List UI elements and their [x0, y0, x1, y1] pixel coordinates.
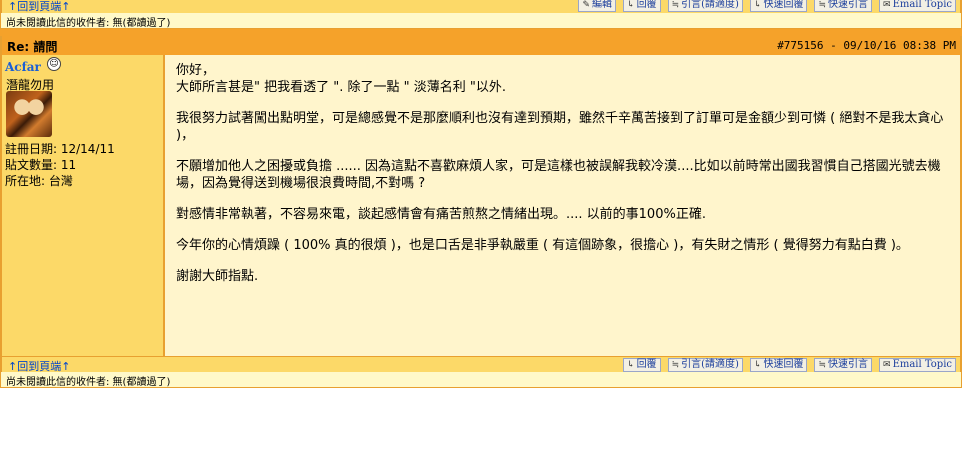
post-paragraph: 對感情非常執著，不容易來電，談起感情會有痛苦煎熬之情緒出現。.... 以前的事1… — [176, 207, 706, 222]
button-label: 編輯 — [592, 0, 613, 10]
button-label: 引言(請適度) — [681, 0, 739, 10]
author-info: 註冊日期: 12/14/11 貼文數量: 11 所在地: 台灣 — [5, 141, 115, 189]
button-label: 引言(請適度) — [681, 359, 739, 370]
button-label: 回覆 — [636, 359, 657, 370]
prev-unread-bar: 尚未閱讀此信的收件者: 無(都讀過了) — [0, 13, 962, 29]
prev-post-footer: ↑回到頁端↑ ✎ 編輯 ↳ 回覆 ≒ 引言(請適度) ↳ 快速回覆 ≒ 快速引言 ✉ Email To… — [0, 0, 962, 13]
quick-reply-button[interactable]: ↳ 快速回覆 — [749, 0, 808, 12]
post-header: Re: 請問 #775156 - 09/10/16 08:38 PM — [0, 36, 962, 55]
author-location: 所在地: 台灣 — [5, 174, 73, 188]
unread-bar: 尚未閱讀此信的收件者: 無(都讀過了) — [0, 372, 962, 388]
email-button[interactable]: ✉ Email Topic — [879, 358, 956, 372]
email-button[interactable]: ✉ Email Topic — [879, 0, 956, 12]
quick-quote-icon: ≒ — [818, 360, 827, 370]
quick-quote-button[interactable]: ≒ 快速引言 — [814, 358, 873, 372]
author-panel: Acfar ☺ 潛龍勿用 註冊日期: 12/14/11 貼文數量: 11 所在地… — [2, 55, 165, 356]
edit-button[interactable]: ✎ 編輯 — [578, 0, 617, 12]
quick-quote-button[interactable]: ≒ 快速引言 — [814, 0, 873, 12]
post-actions: ↳ 回覆 ≒ 引言(請適度) ↳ 快速回覆 ≒ 快速引言 ✉ Email Topic — [623, 358, 956, 372]
post-paragraph: 不願增加他人之困擾或負擔 ...... 因為這點不喜歡麻煩人家，可是這樣也被誤解… — [176, 159, 941, 191]
unread-recipients: 尚未閱讀此信的收件者: 無(都讀過了) — [6, 18, 171, 29]
forum-thread: ↑回到頁端↑ ✎ 編輯 ↳ 回覆 ≒ 引言(請適度) ↳ 快速回覆 ≒ 快速引言 ✉ Email To… — [0, 0, 962, 388]
post-paragraph: 大師所言甚是" 把我看透了 ". 除了一點 " 淡薄名利 "以外. — [176, 80, 506, 95]
quick-reply-button[interactable]: ↳ 快速回覆 — [749, 358, 808, 372]
post-paragraph: 謝謝大師指點. — [176, 269, 259, 284]
back-to-top-link[interactable]: ↑回到頁端↑ — [8, 0, 70, 14]
prev-post-actions: ✎ 編輯 ↳ 回覆 ≒ 引言(請適度) ↳ 快速回覆 ≒ 快速引言 ✉ Email Topic — [578, 0, 956, 12]
quote-button[interactable]: ≒ 引言(請適度) — [667, 358, 743, 372]
quote-icon: ≒ — [671, 360, 680, 370]
button-label: 快速引言 — [828, 359, 869, 370]
post-body: Acfar ☺ 潛龍勿用 註冊日期: 12/14/11 貼文數量: 11 所在地… — [0, 55, 962, 356]
author-name-link[interactable]: Acfar — [5, 60, 41, 74]
edit-icon: ✎ — [582, 0, 591, 10]
post-paragraph: 我很努力試著闖出點明堂，可是總感覺不是那麼順利也沒有達到預期，雖然千辛萬苦接到了… — [176, 111, 944, 143]
post-subject: Re: 請問 — [7, 40, 58, 54]
quick-reply-icon: ↳ — [753, 360, 762, 370]
author-post-count: 貼文數量: 11 — [5, 158, 77, 172]
post-content: 你好， 大師所言甚是" 把我看透了 ". 除了一點 " 淡薄名利 "以外. 我很… — [165, 55, 960, 356]
reply-icon: ↳ — [627, 360, 635, 370]
reply-button[interactable]: ↳ 回覆 — [623, 358, 661, 372]
unread-recipients: 尚未閱讀此信的收件者: 無(都讀過了) — [6, 377, 171, 388]
author-registered: 註冊日期: 12/14/11 — [5, 142, 115, 156]
email-icon: ✉ — [883, 0, 891, 10]
online-status-icon: ☺ — [47, 57, 61, 71]
post-meta: #775156 - 09/10/16 08:38 PM — [777, 39, 956, 52]
email-icon: ✉ — [883, 360, 891, 370]
avatar — [6, 91, 52, 137]
button-label: 回覆 — [636, 0, 657, 10]
quote-button[interactable]: ≒ 引言(請適度) — [667, 0, 743, 12]
quick-reply-icon: ↳ — [753, 0, 762, 10]
reply-button[interactable]: ↳ 回覆 — [623, 0, 661, 12]
post-greeting: 你好， — [176, 63, 216, 78]
button-label: 快速引言 — [828, 0, 869, 10]
quote-icon: ≒ — [671, 0, 680, 10]
post-paragraph: 今年你的心情煩躁 ( 100% 真的很煩 )，也是口舌是非爭執嚴重 ( 有這個跡… — [176, 238, 909, 253]
post-footer: ↑回到頁端↑ ↳ 回覆 ≒ 引言(請適度) ↳ 快速回覆 ≒ 快速引言 ✉ Email Topic — [0, 356, 962, 373]
button-label: Email Topic — [892, 0, 952, 10]
button-label: 快速回覆 — [763, 359, 804, 370]
button-label: 快速回覆 — [763, 0, 804, 10]
post-separator — [0, 29, 962, 36]
button-label: Email Topic — [892, 359, 952, 370]
reply-icon: ↳ — [627, 0, 635, 10]
quick-quote-icon: ≒ — [818, 0, 827, 10]
